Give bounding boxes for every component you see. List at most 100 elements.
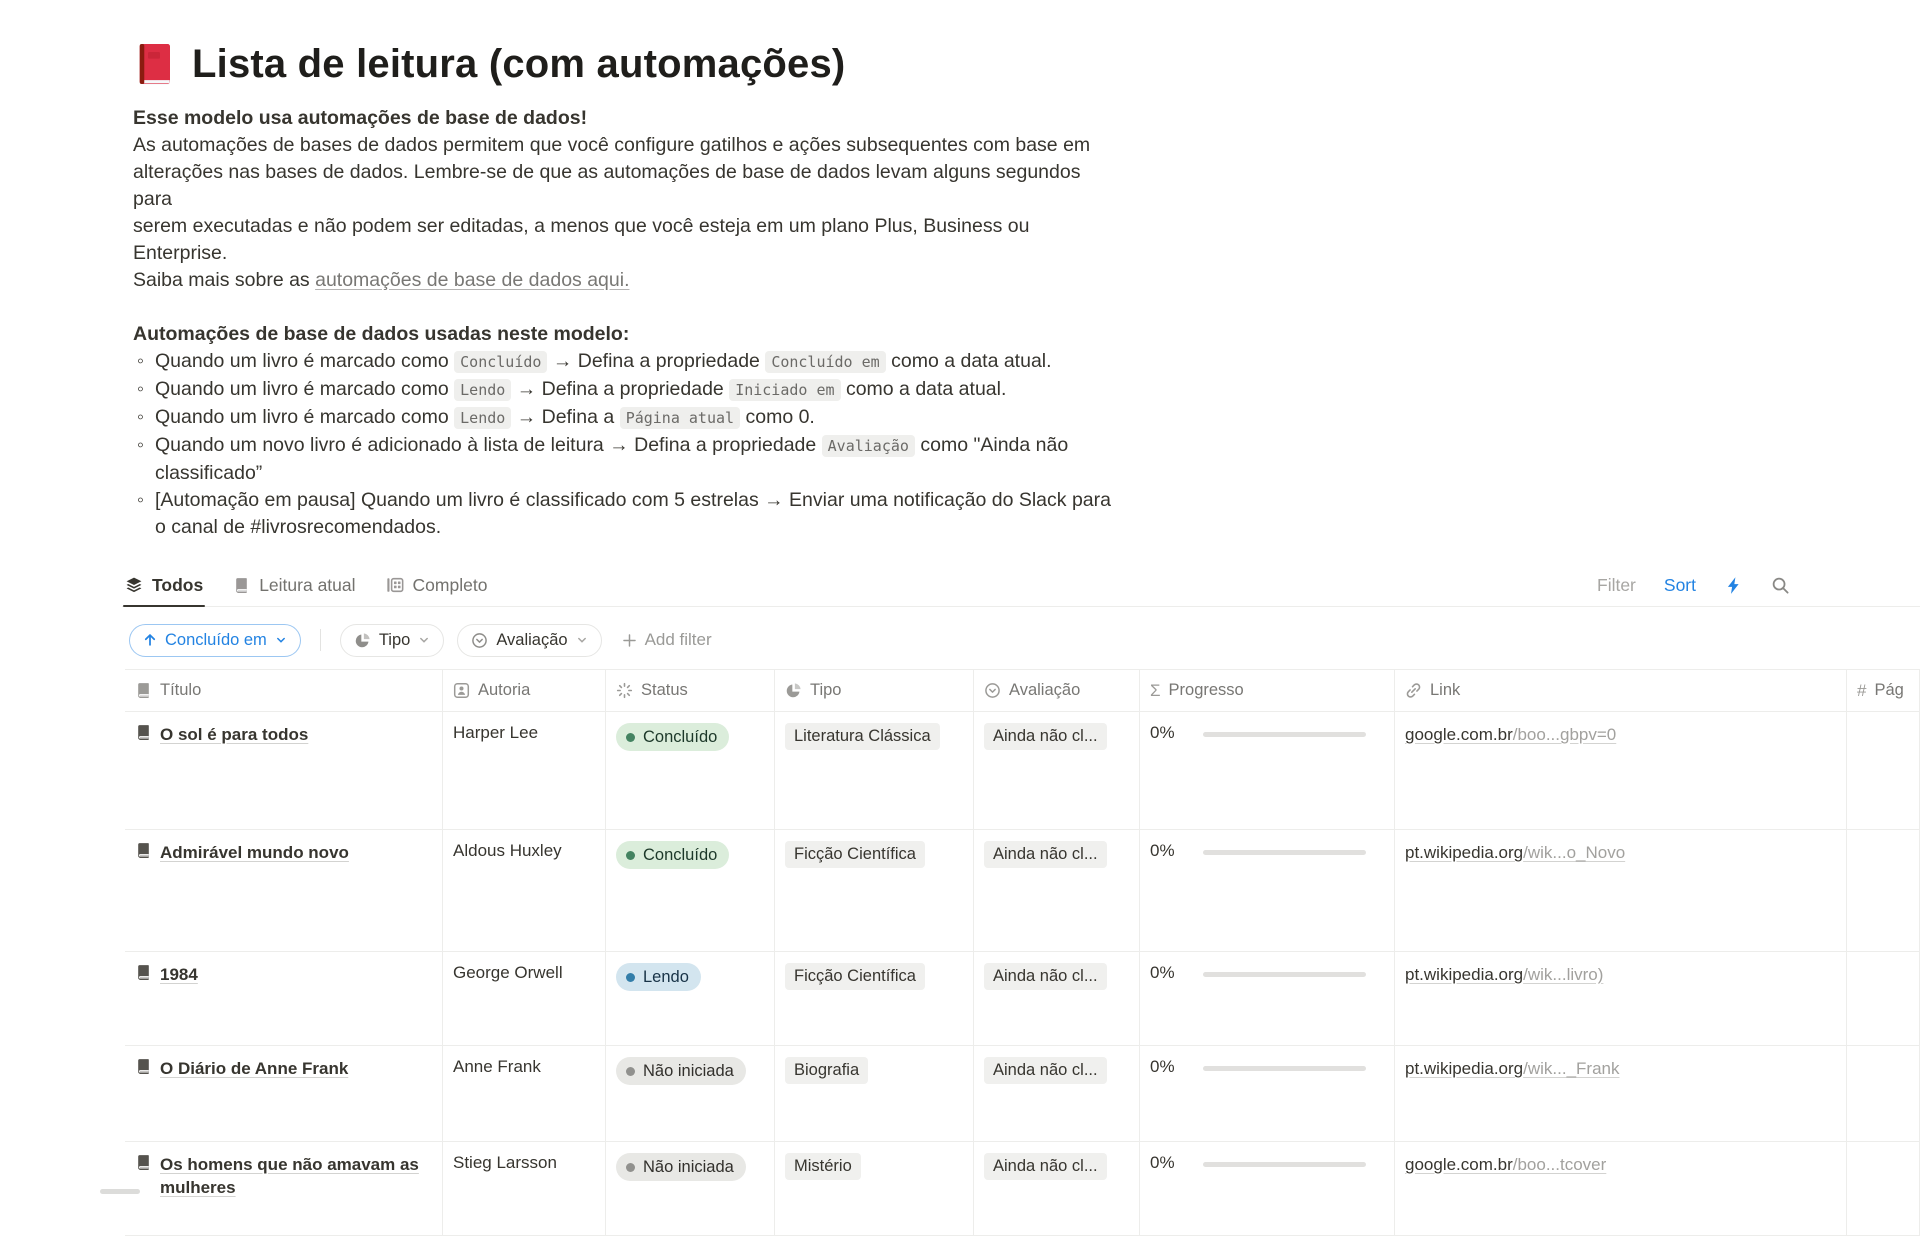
tab-completo[interactable]: Completo: [386, 563, 488, 607]
cell-autoria: Stieg Larsson: [443, 1142, 606, 1235]
status-dot: [626, 973, 635, 982]
cell-link: google.com.br/boo...tcover: [1395, 1142, 1847, 1235]
column-label: Avaliação: [1009, 681, 1080, 700]
author-name[interactable]: Stieg Larsson: [453, 1153, 557, 1172]
external-link[interactable]: pt.wikipedia.org/wik...livro): [1405, 965, 1603, 984]
plus-icon: [621, 632, 638, 649]
automations-heading: Automações de base de dados usadas neste…: [133, 321, 1118, 348]
status-label: Não iniciada: [643, 1158, 734, 1177]
avaliacao-tag[interactable]: Ainda não cl...: [984, 963, 1107, 990]
column-header-status[interactable]: Status: [606, 670, 775, 711]
book-icon: [135, 964, 152, 981]
column-header-link[interactable]: Link: [1395, 670, 1847, 711]
status-badge[interactable]: Lendo: [616, 963, 701, 991]
page-link-title[interactable]: O sol é para todos: [160, 723, 308, 746]
page-link-title[interactable]: Admirável mundo novo: [160, 841, 349, 864]
cell-status: Concluído: [606, 712, 775, 829]
notion-page: Lista de leitura (com automações) Esse m…: [0, 0, 1920, 1199]
tipo-tag[interactable]: Ficção Científica: [785, 963, 925, 990]
tipo-tag[interactable]: Ficção Científica: [785, 841, 925, 868]
inline-code-tag: Concluído: [454, 351, 547, 373]
column-header-pag[interactable]: #Pág: [1847, 670, 1920, 711]
author-name[interactable]: Harper Lee: [453, 723, 538, 742]
column-header-titulo[interactable]: Título: [125, 670, 443, 711]
automations-bullet-list: Quando um livro é marcado como Concluído…: [133, 348, 1118, 541]
external-link[interactable]: pt.wikipedia.org/wik..._Frank: [1405, 1059, 1619, 1078]
status-badge[interactable]: Concluído: [616, 841, 729, 869]
intro-link-prefix: Saiba mais sobre as: [133, 269, 315, 291]
progress-percent: 0%: [1150, 1057, 1175, 1077]
status-circle-icon: [984, 682, 1001, 699]
cell-progresso: 0%: [1140, 952, 1395, 1045]
status-label: Concluído: [643, 846, 717, 865]
automation-bullet-4: Quando um novo livro é adicionado à list…: [133, 432, 1118, 487]
cell-tipo: Literatura Clássica: [775, 712, 974, 829]
database-toolbar: Filter Sort: [1597, 563, 1790, 607]
filter-button[interactable]: Filter: [1597, 575, 1636, 596]
cell-tipo: Biografia: [775, 1046, 974, 1141]
status-badge[interactable]: Concluído: [616, 723, 729, 751]
intro-line: serem executadas e não podem ser editada…: [133, 213, 1118, 267]
hash-glyph: #: [1857, 681, 1866, 701]
table-row-o-sol-e-para-todos: O sol é para todos Harper Lee Concluído Lit…: [125, 712, 1920, 830]
tab-leitura-atual[interactable]: Leitura atual: [233, 563, 355, 607]
avaliacao-tag[interactable]: Ainda não cl...: [984, 841, 1107, 868]
avaliacao-tag[interactable]: Ainda não cl...: [984, 1057, 1107, 1084]
external-link[interactable]: google.com.br/boo...gbpv=0: [1405, 725, 1616, 744]
views-divider: [122, 606, 1920, 607]
progress-percent: 0%: [1150, 963, 1175, 983]
author-name[interactable]: Aldous Huxley: [453, 841, 562, 860]
chevron-down-icon: [576, 634, 588, 646]
automations-section: Automações de base de dados usadas neste…: [133, 321, 1118, 541]
tipo-tag[interactable]: Literatura Clássica: [785, 723, 940, 750]
search-icon[interactable]: [1771, 576, 1790, 595]
filter-chip-avaliacao[interactable]: Avaliação: [457, 624, 601, 657]
book-icon: [135, 842, 152, 859]
arrow-up-icon: [143, 633, 157, 647]
automations-lightning-icon[interactable]: [1724, 576, 1743, 595]
tipo-tag[interactable]: Biografia: [785, 1057, 868, 1084]
sort-button[interactable]: Sort: [1664, 575, 1696, 596]
external-link[interactable]: pt.wikipedia.org/wik...o_Novo: [1405, 843, 1625, 862]
status-badge[interactable]: Não iniciada: [616, 1153, 746, 1181]
horizontal-scrollbar-thumb[interactable]: [100, 1189, 140, 1194]
book-icon: [135, 724, 152, 741]
column-header-tipo[interactable]: Tipo: [775, 670, 974, 711]
status-dot: [626, 1067, 635, 1076]
column-label: Progresso: [1169, 681, 1244, 700]
page-link-title[interactable]: O Diário de Anne Frank: [160, 1057, 348, 1080]
sort-chip-concluido-em[interactable]: Concluído em: [129, 624, 301, 657]
intro-line: As automações de bases de dados permitem…: [133, 132, 1118, 159]
author-name[interactable]: George Orwell: [453, 963, 563, 982]
avaliacao-tag[interactable]: Ainda não cl...: [984, 1153, 1107, 1180]
link-domain: pt.wikipedia.org: [1405, 1059, 1523, 1078]
intro-last-line: Saiba mais sobre as automações de base d…: [133, 267, 1118, 294]
inline-code-tag: Concluído em: [765, 351, 885, 373]
cell-avaliacao: Ainda não cl...: [974, 1046, 1140, 1141]
column-header-autoria[interactable]: Autoria: [443, 670, 606, 711]
layers-icon: [125, 576, 143, 594]
external-link[interactable]: google.com.br/boo...tcover: [1405, 1155, 1606, 1174]
chip-label: Tipo: [379, 631, 411, 650]
page-link-title[interactable]: Os homens que não amavam as mulheres: [160, 1153, 432, 1199]
tab-todos[interactable]: Todos: [125, 563, 203, 607]
table-body: O sol é para todos Harper Lee Concluído Lit…: [125, 712, 1920, 1236]
table-row-o-diario-de-anne-frank: O Diário de Anne Frank Anne Frank Não inic…: [125, 1046, 1920, 1142]
column-header-avaliacao[interactable]: Avaliação: [974, 670, 1140, 711]
add-filter-button[interactable]: Add filter: [621, 630, 712, 650]
author-name[interactable]: Anne Frank: [453, 1057, 541, 1076]
database-automations-link[interactable]: automações de base de dados aqui.: [315, 269, 629, 291]
status-badge[interactable]: Não iniciada: [616, 1057, 746, 1085]
cell-pag: [1847, 1046, 1920, 1141]
tipo-tag[interactable]: Mistério: [785, 1153, 861, 1180]
column-label: Tipo: [810, 681, 842, 700]
filter-chip-tipo[interactable]: Tipo: [340, 624, 445, 657]
status-label: Lendo: [643, 968, 689, 987]
page-link-title[interactable]: 1984: [160, 963, 198, 986]
page-title-text: Lista de leitura (com automações): [192, 36, 845, 92]
status-dot: [626, 733, 635, 742]
chip-separator: [320, 629, 321, 651]
avaliacao-tag[interactable]: Ainda não cl...: [984, 723, 1107, 750]
column-header-progresso[interactable]: ΣProgresso: [1140, 670, 1395, 711]
link-domain: google.com.br: [1405, 725, 1513, 744]
